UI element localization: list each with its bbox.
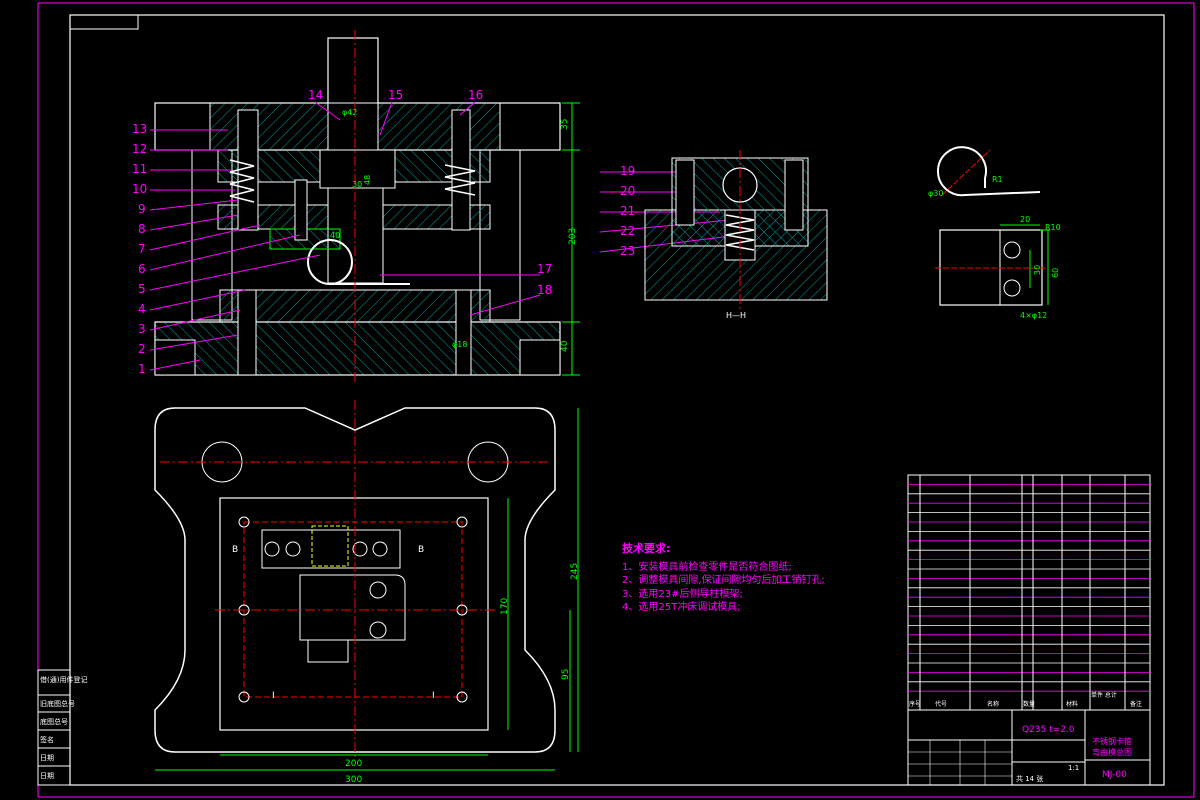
notes-line-2: 2、调整模具间隙,保证间隙均匀后加工销钉孔; [622, 573, 825, 586]
dim-holes: 4×φ12 [1020, 311, 1047, 320]
part-no-5: 5 [138, 282, 146, 296]
dim-60: 60 [1051, 268, 1060, 278]
part-no-2: 2 [138, 342, 146, 356]
dim-top-plate: 35 [560, 119, 570, 130]
bom-header-name: 名称 [987, 700, 999, 708]
dim-lower: 95 [561, 669, 571, 680]
part-no-18: 18 [537, 283, 552, 297]
dim-height-inner: 170 [500, 598, 510, 615]
side-label-5: 日期 [40, 772, 54, 780]
title-scale: 1:1 [1068, 764, 1079, 772]
part-no-7: 7 [138, 242, 146, 256]
section-mark-right: B [418, 545, 424, 555]
dim-width-inner: 200 [345, 759, 362, 769]
detail-part-21: 21 [620, 204, 635, 218]
title-material: Q235 t=2.0 [1022, 725, 1075, 735]
dim-height-outer: 245 [570, 563, 580, 580]
dim-total-height: 203 [568, 228, 578, 245]
parts-list: 序号 代号 名称 数量 材料 单件 总计 备注 [907, 474, 1151, 711]
notes-line-1: 1、安装模具前检查零件是否符合图纸; [622, 560, 792, 573]
title-sheet: 共 14 张 [1016, 774, 1043, 783]
dim-guide: φ18 [452, 340, 467, 349]
notes-title: 技术要求: [622, 541, 670, 555]
dim-die: 40 [330, 231, 340, 240]
dim-punch-width: 30 [352, 180, 362, 189]
detail-part-23: 23 [620, 244, 635, 258]
detail-section-label: H—H [726, 311, 746, 320]
corner-box [69, 14, 139, 30]
dim-r10: R10 [1045, 223, 1061, 232]
bom-header-seq: 序号 [909, 700, 921, 708]
title-name-1: 不锈钢卡箍 [1092, 736, 1132, 746]
notes-line-4: 4、选用25T冲床调试模具; [622, 600, 741, 613]
part-view: φ30 R1 20 R10 30 60 4×φ12 [928, 146, 1061, 320]
side-label-4: 日期 [40, 754, 54, 762]
title-name-2: 弯曲模总图 [1092, 747, 1132, 757]
dim-20: 20 [1020, 215, 1030, 224]
part-no-14: 14 [308, 88, 323, 102]
side-label-3: 签名 [40, 735, 54, 744]
side-label-strip: 借(通)用件登记 旧底图总号 底图总号 签名 日期 日期 [37, 669, 87, 786]
detail-part-20: 20 [620, 184, 635, 198]
bom-header-code: 代号 [935, 700, 947, 708]
dim-30: 30 [1033, 265, 1042, 275]
part-no-8: 8 [138, 222, 146, 236]
marker-left: I [272, 691, 275, 701]
dim-punch-height: 48 [363, 175, 372, 185]
part-no-12: 12 [132, 142, 147, 156]
part-no-17: 17 [537, 262, 552, 276]
bom-header-note: 备注 [1130, 700, 1142, 708]
part-no-15: 15 [388, 88, 403, 102]
technical-notes: 技术要求: 1、安装模具前检查零件是否符合图纸; 2、调整模具间隙,保证间隙均匀… [622, 541, 825, 613]
section-view: 13 12 11 10 9 8 7 6 5 4 3 2 1 14 15 16 1… [132, 30, 741, 385]
dim-width-outer: 300 [345, 775, 362, 785]
plan-view: 300 200 245 170 95 B B I I [154, 400, 580, 785]
side-label-1: 旧底图总号 [40, 699, 75, 708]
part-no-3: 3 [138, 322, 146, 336]
detail-part-19: 19 [620, 164, 635, 178]
part-no-10: 10 [132, 182, 147, 196]
section-mark-left: B [232, 545, 238, 555]
side-label-0: 借(通)用件登记 [40, 675, 87, 684]
dim-bottom-plate: 40 [560, 340, 570, 352]
part-no-11: 11 [132, 162, 147, 176]
detail-view: 19 20 21 22 23 H—H [620, 150, 828, 320]
notes-line-3: 3、选用23#后侧导柱模架; [622, 587, 743, 600]
part-no-16: 16 [468, 88, 483, 102]
part-no-1: 1 [138, 362, 146, 376]
dim-punch-dia: φ42 [342, 108, 357, 117]
bom-header-material: 材料 [1066, 700, 1078, 708]
title-block: Q235 t=2.0 不锈钢卡箍 弯曲模总图 MJ-00 1:1 共 14 张 [907, 709, 1151, 786]
part-no-13: 13 [132, 122, 147, 136]
detail-part-22: 22 [620, 224, 635, 238]
dim-r: R1 [992, 175, 1003, 184]
part-no-4: 4 [138, 302, 146, 316]
bom-header-weight: 单件 总计 [1091, 691, 1117, 699]
part-no-6: 6 [138, 262, 146, 276]
bom-header-qty: 数量 [1023, 700, 1035, 708]
dim-radius: φ30 [928, 189, 943, 198]
part-no-9: 9 [138, 202, 146, 216]
marker-right: I [432, 691, 435, 701]
side-label-2: 底图总号 [40, 717, 68, 726]
title-drawing-no: MJ-00 [1102, 770, 1127, 780]
cad-drawing: 借(通)用件登记 旧底图总号 底图总号 签名 日期 日期 13 12 11 10… [37, 2, 1195, 798]
